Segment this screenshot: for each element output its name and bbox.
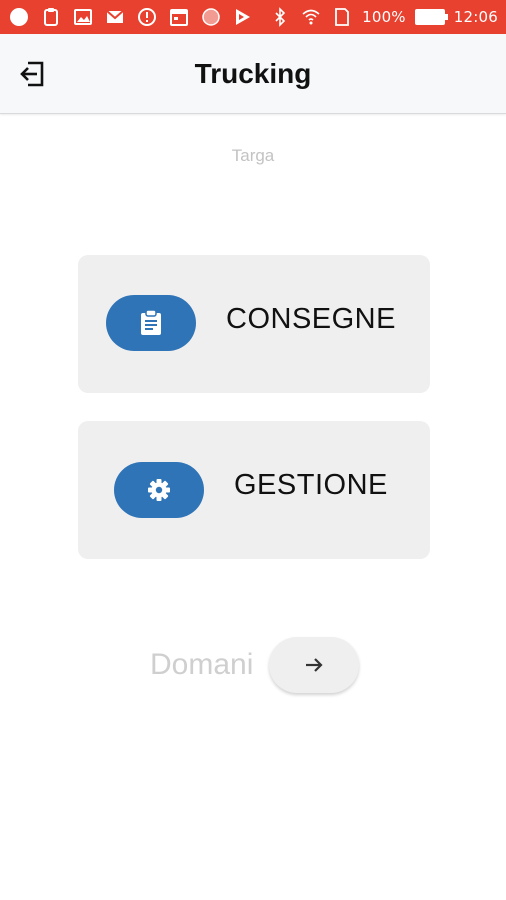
clipboard-icon bbox=[141, 310, 161, 335]
consegne-icon-badge bbox=[106, 295, 196, 351]
gestione-button[interactable]: GESTIONE bbox=[78, 421, 430, 559]
next-day-button[interactable] bbox=[269, 637, 360, 693]
clipboard-icon bbox=[40, 7, 62, 27]
gestione-label: GESTIONE bbox=[234, 469, 388, 501]
page-title: Trucking bbox=[194, 58, 312, 89]
record-icon bbox=[200, 7, 222, 27]
calendar-icon bbox=[168, 7, 190, 27]
alert-icon bbox=[136, 7, 158, 27]
status-bar: 100% 12:06 bbox=[0, 0, 506, 34]
play-store-icon bbox=[232, 7, 254, 27]
gestione-icon-badge bbox=[114, 462, 204, 518]
battery-percent: 100% bbox=[362, 8, 406, 26]
consegne-button[interactable]: CONSEGNE bbox=[78, 255, 430, 393]
clock: 12:06 bbox=[453, 8, 498, 26]
gear-icon bbox=[148, 479, 170, 501]
arrow-right-icon bbox=[306, 658, 323, 672]
next-day-row: Domani bbox=[150, 636, 360, 694]
app-bar: Trucking bbox=[0, 34, 506, 114]
wifi-icon bbox=[300, 7, 322, 27]
consegne-label: CONSEGNE bbox=[226, 303, 396, 335]
next-day-label: Domani bbox=[150, 648, 254, 681]
notification-icons bbox=[8, 7, 269, 27]
circle-icon bbox=[8, 7, 30, 27]
sim-icon bbox=[331, 7, 353, 27]
image-icon bbox=[72, 7, 94, 27]
plate-label: Targa bbox=[231, 146, 275, 165]
gmail-icon bbox=[104, 7, 126, 27]
system-status: 100% 12:06 bbox=[269, 7, 498, 27]
bluetooth-icon bbox=[269, 7, 291, 27]
battery-icon bbox=[414, 9, 448, 25]
